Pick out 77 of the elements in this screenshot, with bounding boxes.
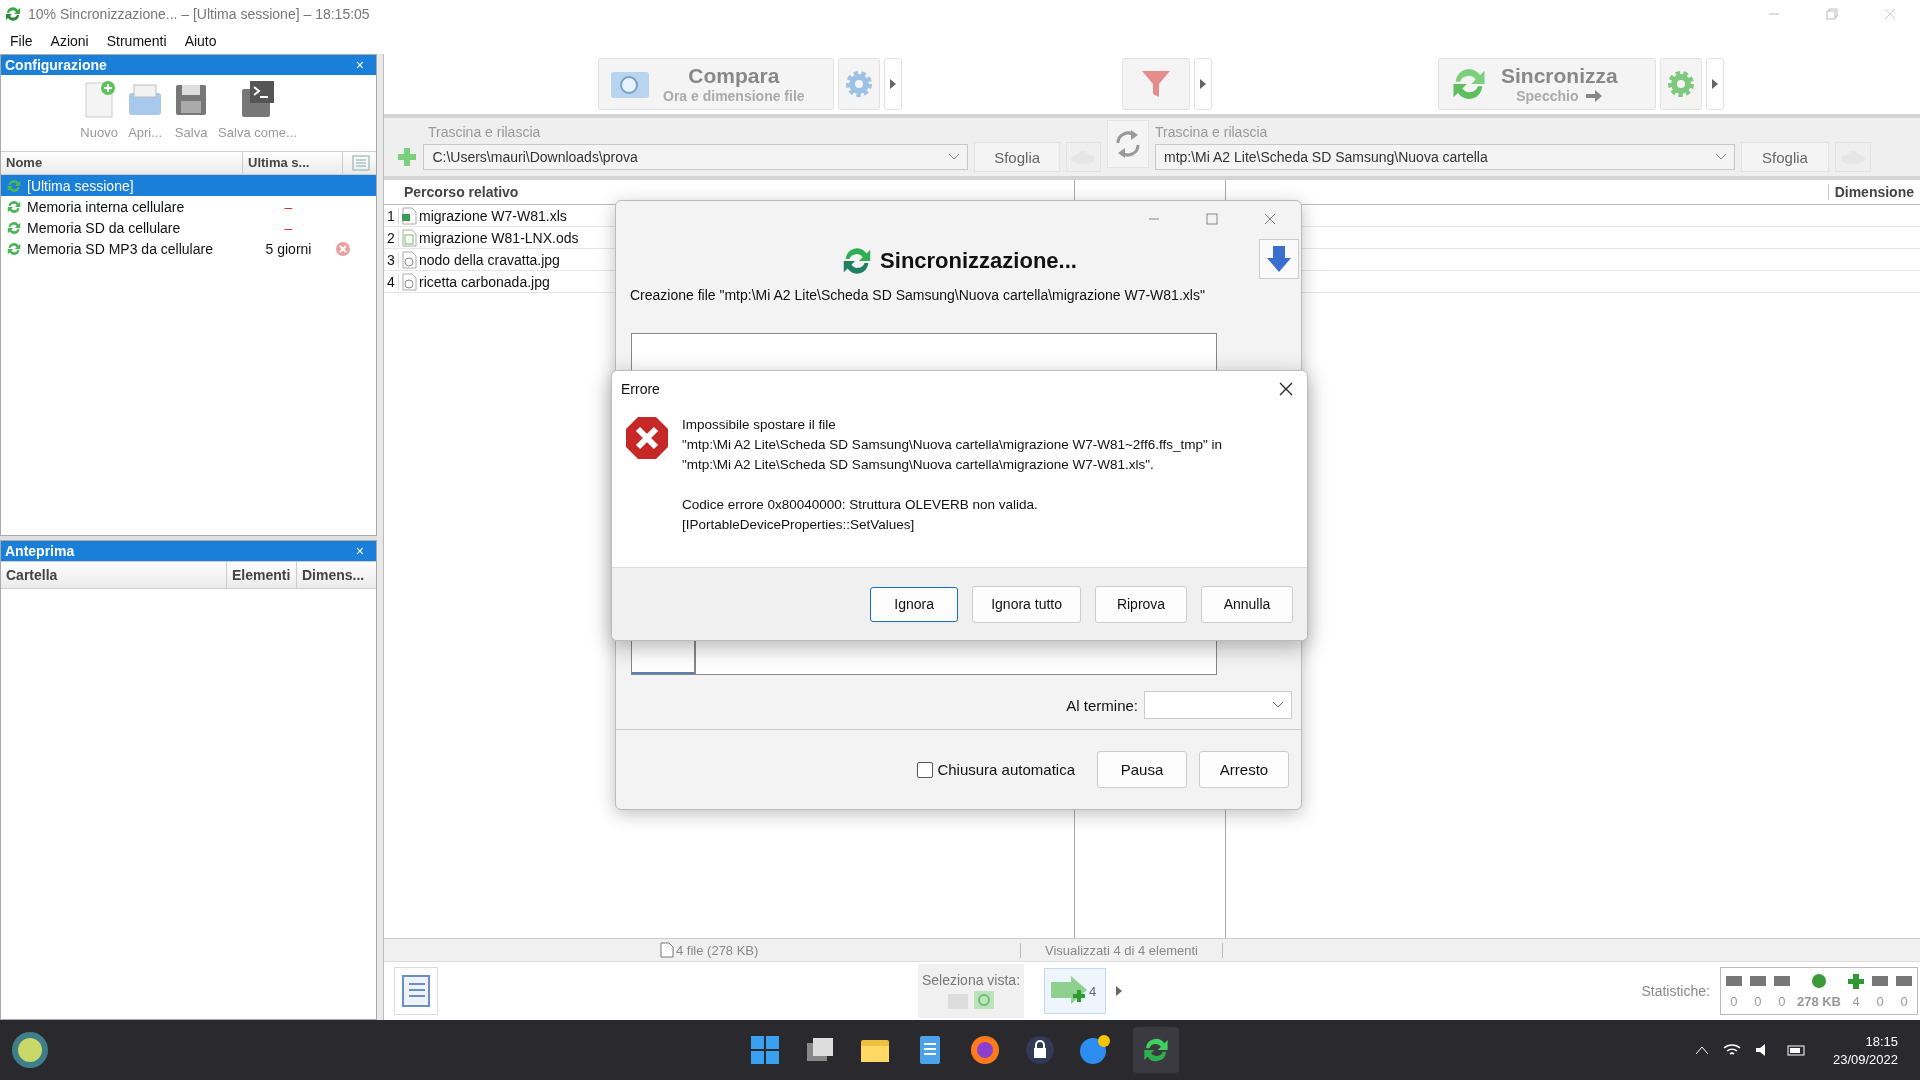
auto-close-checkbox[interactable]: Chiusura automatica xyxy=(917,761,1075,778)
config-row[interactable]: [Ultima sessione] xyxy=(1,175,376,196)
file-name: migrazione W7-W81.xls xyxy=(419,207,567,224)
file-name: nodo della cravatta.jpg xyxy=(419,251,560,268)
sync-title: Sincronizza xyxy=(1501,64,1618,88)
row-number: 1 xyxy=(384,207,399,224)
stat-value: 278 KB xyxy=(1796,994,1841,1010)
close-button[interactable]: × xyxy=(347,57,372,73)
error-message: Impossibile spostare il file "mtp:\Mi A2 Lite\Scheda SD Samsung\Nuova cartella\migrazione W7-W81~2ff6.ffs_tmp" in "mtp:\Mi A2 Lite\Scheda SD Samsung\Nuova cartella\migrazione W7-W81.xls". xyxy=(682,416,1222,474)
file-name: migrazione W81-LNX.ods xyxy=(419,229,579,246)
path-field[interactable]: C:\Users\mauri\Downloads\prova xyxy=(423,144,969,170)
dialog-button[interactable]: Ignora xyxy=(870,586,959,622)
column-header[interactable]: Ultima s... xyxy=(243,152,343,174)
dialog-button[interactable]: Annulla xyxy=(1201,585,1293,623)
window-title: 10% Sincronizzazione... – [Ultima sessione] – 18:15:05 xyxy=(28,6,370,22)
drop-hint: Trascina e rilascia xyxy=(1155,124,1269,140)
compare-subtitle: Ora e dimensione file xyxy=(663,88,805,104)
stat-value: 0 xyxy=(1754,994,1762,1010)
column-header[interactable]: Dimens... xyxy=(297,562,376,588)
config-name: Memoria interna cellulare xyxy=(27,198,186,215)
dialog-button[interactable]: Riprova xyxy=(1095,585,1187,623)
field-label: Al termine: xyxy=(1066,696,1138,714)
config-row[interactable]: Memoria interna cellulare – xyxy=(1,196,376,217)
clock-date: 23/09/2022 xyxy=(1832,1051,1898,1067)
config-row[interactable]: Memoria SD MP3 da cellulare 5 giorni xyxy=(1,238,376,259)
error-message: Codice errore 0x80040000: Struttura OLEVERB non valida. [IPortableDeviceProperties::SetValues] xyxy=(682,496,1039,534)
panel-title: Anteprima xyxy=(5,543,75,559)
status-text: Creazione file "mtp:\Mi A2 Lite\Scheda SD Samsung\Nuova cartella\migrazione W7-W81.xls" xyxy=(629,286,1206,303)
toolbar-label: Apri... xyxy=(128,125,163,140)
row-number: 4 xyxy=(384,273,399,290)
column-header[interactable]: Percorso relativo xyxy=(384,184,519,200)
file-count: 4 file (278 KB) xyxy=(676,942,759,958)
close-button[interactable]: × xyxy=(347,543,372,559)
dialog-title: Errore xyxy=(621,381,660,397)
clock-time: 18:15 xyxy=(1865,1033,1898,1049)
toolbar-label: Salva xyxy=(174,125,208,140)
stat-value: 4 xyxy=(1852,994,1860,1010)
menu-item[interactable]: File xyxy=(10,33,33,49)
file-name: ricetta carbonada.jpg xyxy=(419,273,550,290)
stats-label: Statistiche: xyxy=(1641,983,1710,999)
column-header[interactable]: Nome xyxy=(1,152,243,174)
compare-title: Compara xyxy=(688,64,780,88)
clock[interactable]: 18:15 23/09/2022 xyxy=(1832,1033,1898,1067)
last-sync: 5 giorni xyxy=(264,240,313,257)
toolbar-label: Salva come... xyxy=(218,125,297,140)
config-name: Memoria SD MP3 da cellulare xyxy=(27,240,214,257)
stat-value: 0 xyxy=(1778,994,1786,1010)
dialog-button[interactable]: Pausa xyxy=(1097,751,1187,788)
row-number: 2 xyxy=(384,229,399,246)
last-sync: – xyxy=(283,219,294,236)
browse-button[interactable]: Sfoglia xyxy=(974,142,1060,172)
toolbar-label: Nuovo xyxy=(80,125,118,140)
drop-hint: Trascina e rilascia xyxy=(427,124,542,140)
config-name: [Ultima sessione] xyxy=(27,177,135,194)
shown-count: Visualizzati 4 di 4 elementi xyxy=(1020,942,1223,958)
menu-item[interactable]: Strumenti xyxy=(106,33,167,49)
menu-item[interactable]: Aiuto xyxy=(184,33,217,49)
action-button[interactable]: 4 xyxy=(1044,968,1106,1014)
view-label: Seleziona vista: xyxy=(921,972,1021,988)
browse-button[interactable]: Sfoglia xyxy=(1741,142,1829,172)
path-field[interactable]: mtp:\Mi A2 Lite\Scheda SD Samsung\Nuova cartella xyxy=(1155,144,1735,170)
menu-item[interactable]: Azioni xyxy=(50,33,89,49)
column-header[interactable]: Elementi xyxy=(227,562,297,588)
column-header[interactable]: Dimensione xyxy=(1827,184,1920,200)
sync-subtitle: Specchio xyxy=(1516,88,1579,104)
dialog-title: Sincronizzazione... xyxy=(880,248,1077,274)
row-number: 3 xyxy=(384,251,399,268)
config-name: Memoria SD da cellulare xyxy=(27,219,182,236)
config-row[interactable]: Memoria SD da cellulare – xyxy=(1,217,376,238)
dialog-button[interactable]: Ignora tutto xyxy=(972,585,1081,623)
stat-value: 0 xyxy=(1900,994,1908,1010)
dialog-button[interactable]: Arresto xyxy=(1199,751,1289,788)
stat-value: 0 xyxy=(1876,994,1884,1010)
stat-value: 0 xyxy=(1730,994,1738,1010)
column-header[interactable]: Cartella xyxy=(1,562,227,588)
panel-title: Configurazione xyxy=(5,57,107,73)
last-sync: – xyxy=(283,198,294,215)
